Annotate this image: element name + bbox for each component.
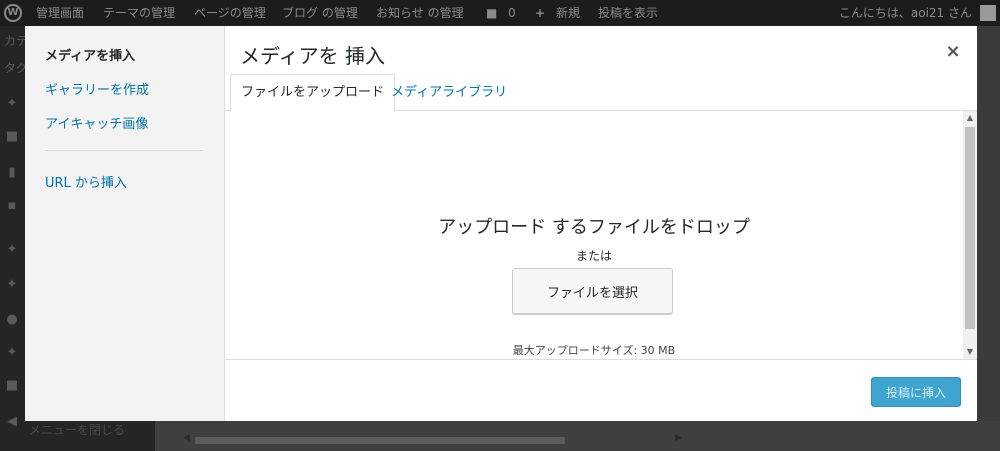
admin-bar-news[interactable]: お知らせ の管理: [376, 0, 464, 26]
close-icon[interactable]: ×: [941, 40, 965, 64]
admin-bar-new[interactable]: 新規: [556, 0, 580, 26]
scrollbar-thumb[interactable]: [965, 127, 975, 329]
menu-featured-image[interactable]: アイキャッチ画像: [45, 113, 148, 132]
appearance-icon: ✦: [6, 242, 18, 257]
comment-icon: ▪: [7, 198, 17, 213]
select-files-button[interactable]: ファイルを選択: [512, 268, 673, 314]
background-horizontal-scrollbar: [195, 437, 565, 444]
scroll-left-arrow-icon: ◀: [183, 433, 190, 443]
modal-title: メディアを 挿入: [240, 44, 385, 68]
media-menu: メディアを挿入 ギャラリーを作成 アイキャッチ画像 URL から挿入: [25, 26, 225, 421]
max-upload-size: 最大アップロードサイズ: 30 MB: [512, 344, 676, 357]
collapse-icon: ◀: [7, 414, 17, 429]
admin-bar: W 管理画面 テーマの管理 ページの管理 ブログ の管理 お知らせ の管理 ■ …: [0, 0, 1000, 26]
comments-icon[interactable]: ■: [486, 0, 497, 26]
admin-bar-theme[interactable]: テーマの管理: [103, 0, 175, 26]
media-router: ファイルをアップロード メディアライブラリ: [225, 74, 977, 112]
media-modal: メディアを挿入 ギャラリーを作成 アイキャッチ画像 URL から挿入 メディアを…: [25, 26, 977, 421]
menu-insert-media[interactable]: メディアを挿入: [45, 45, 135, 64]
users-icon: ●: [6, 312, 18, 327]
scroll-right-arrow-icon: ▶: [675, 433, 682, 443]
pages-icon: ▮: [8, 165, 16, 180]
pin-icon: ✦: [6, 96, 18, 111]
background-collapse-text: メニューを閉じる: [29, 423, 126, 437]
avatar[interactable]: [980, 5, 996, 21]
menu-create-gallery[interactable]: ギャラリーを作成: [45, 79, 149, 98]
media-toolbar: 投稿に挿入: [225, 359, 977, 421]
admin-bar-view-post[interactable]: 投稿を表示: [598, 0, 658, 26]
admin-bar-pages[interactable]: ページの管理: [194, 0, 266, 26]
menu-separator: [45, 150, 203, 151]
scroll-up-arrow-icon[interactable]: ▲: [963, 111, 977, 125]
admin-sidebar-background: カテ タグ ✦ ■ ▮ ▪ ✦ ✦ ● ✦ ■ ◀: [0, 26, 28, 451]
upload-drop-title: アップロード するファイルをドロップ: [438, 217, 750, 238]
settings-icon: ■: [5, 378, 19, 393]
media-icon: ■: [5, 129, 19, 144]
tools-icon: ✦: [6, 345, 18, 360]
plugins-icon: ✦: [6, 277, 18, 292]
vertical-scrollbar[interactable]: ▲ ▼: [963, 111, 977, 359]
insert-into-post-button[interactable]: 投稿に挿入: [871, 377, 961, 407]
tab-upload-files[interactable]: ファイルをアップロード: [230, 74, 396, 112]
background-footer: メニューを閉じる ◀ ▶: [25, 421, 1000, 451]
plus-icon[interactable]: +: [535, 0, 545, 26]
admin-bar-blog[interactable]: ブログ の管理: [282, 0, 358, 26]
upload-frame: アップロード するファイルをドロップ または ファイルを選択 最大アップロードサ…: [225, 111, 977, 359]
admin-bar-greeting[interactable]: こんにちは、aoi21 さん: [839, 0, 972, 26]
admin-bar-dashboard[interactable]: 管理画面: [36, 0, 84, 26]
upload-or-text: または: [575, 249, 612, 263]
comments-count[interactable]: 0: [508, 0, 516, 26]
wordpress-logo-icon[interactable]: W: [4, 4, 22, 22]
background-sidebar-bottom: メニューを閉じる: [25, 421, 155, 451]
scroll-down-arrow-icon[interactable]: ▼: [963, 345, 977, 359]
menu-insert-from-url[interactable]: URL から挿入: [45, 172, 127, 191]
tab-media-library[interactable]: メディアライブラリ: [381, 74, 517, 111]
